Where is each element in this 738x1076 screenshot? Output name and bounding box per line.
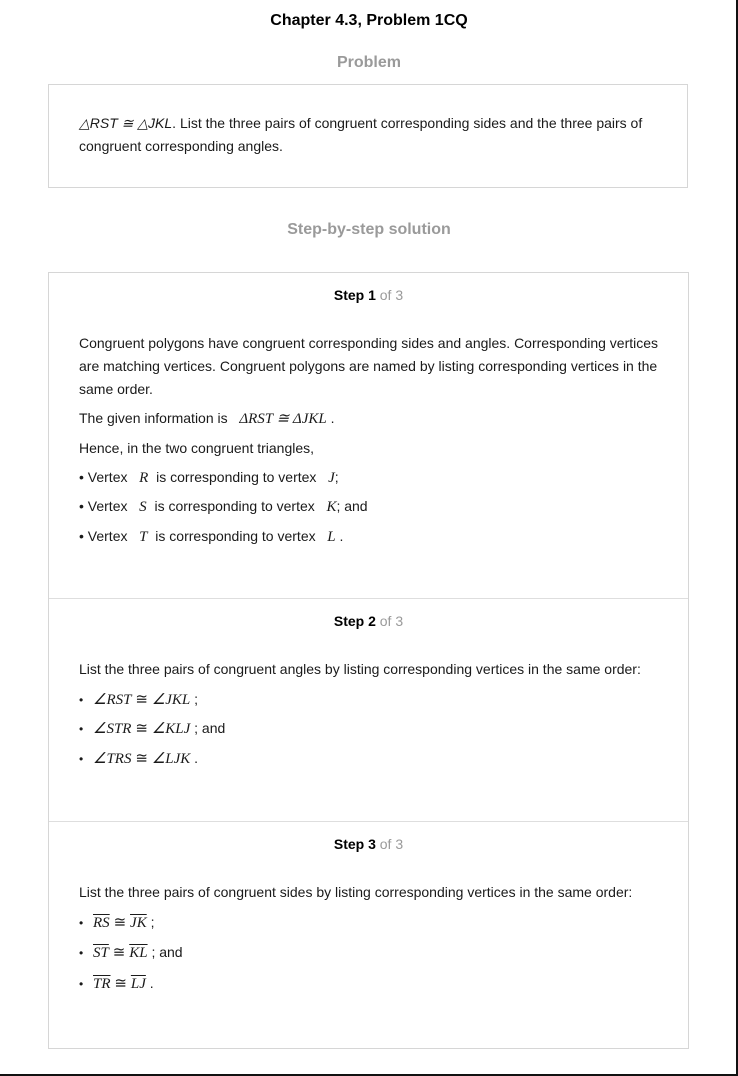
step-2-label: Step 2 [333,613,376,629]
step-2-intro: List the three pairs of congruent angles… [79,661,641,677]
bullet: • [79,469,84,485]
step-1-intro: Congruent polygons have congruent corres… [79,335,659,397]
step-1: Step 1 of 3 Congruent polygons have cong… [49,273,688,598]
problem-math: △RST ≅ △JKL [79,115,173,131]
step-2-of: of 3 [379,613,404,629]
angle-rst: ∠RST [93,692,132,708]
angle-item: • ∠STR ≅ ∠KLJ ; and [79,717,669,741]
step-3-intro: List the three pairs of congruent sides … [79,884,633,900]
segment-rs: RS [93,915,110,931]
step-1-label: Step 1 [333,287,376,303]
vertex-item: • Vertex R is corresponding to vertex J; [79,469,339,486]
vertex-s: S [139,499,147,515]
step-3-label: Step 3 [333,836,376,852]
vertex-t: T [139,529,148,545]
step-1-given: The given information is ΔRST ≅ ΔJKL . [79,410,335,427]
angle-klj: ∠KLJ [151,721,191,737]
angle-ljk: ∠LJK [151,751,191,767]
segment-tr: TR [93,976,111,992]
angle-item: • ∠TRS ≅ ∠LJK . [79,747,669,771]
segment-kl: KL [129,945,148,961]
bullet: • [79,752,84,766]
bullet: • [79,498,84,514]
step-3: Step 3 of 3 List the three pairs of cong… [49,822,688,1048]
given-prefix: The given information is [79,410,228,426]
bullet: • [79,528,84,544]
vertex-j: J [328,470,335,486]
bullet: • [79,693,84,707]
step-2: Step 2 of 3 List the three pairs of cong… [49,599,688,821]
problem-statement: △RST ≅ △JKL. List the three pairs of con… [79,112,669,158]
segment-lj: LJ [130,976,146,992]
vertex-l: L [327,529,336,545]
segment-jk: JK [130,915,147,931]
step-1-of: of 3 [379,287,404,303]
step-3-header: Step 3 of 3 [49,836,688,852]
solution-heading: Step-by-step solution [287,221,451,238]
bullet: • [79,946,84,960]
chapter-title: Chapter 4.3, Problem 1CQ [270,12,468,29]
segment-st: ST [93,945,109,961]
problem-heading: Problem [336,54,401,71]
step-2-header: Step 2 of 3 [49,613,688,629]
problem-box: △RST ≅ △JKL. List the three pairs of con… [48,84,688,188]
step-1-header: Step 1 of 3 [49,287,688,303]
angle-str: ∠STR [93,721,132,737]
side-item: • ST ≅ KL ; and [79,941,669,965]
side-item: • TR ≅ LJ . [79,972,669,996]
angle-trs: ∠TRS [93,751,132,767]
given-math: ΔRST ≅ ΔJKL [239,411,327,427]
vertex-k: K [326,499,337,515]
vertex-r: R [139,470,149,486]
side-item: • RS ≅ JK ; [79,911,669,935]
steps-container: Step 1 of 3 Congruent polygons have cong… [48,272,689,1049]
bullet: • [79,916,84,930]
bullet: • [79,977,84,991]
step-3-of: of 3 [379,836,404,852]
bullet: • [79,722,84,736]
step-1-hence: Hence, in the two congruent triangles, [79,440,315,456]
angle-jkl: ∠JKL [151,692,191,708]
vertex-item: • Vertex T is corresponding to vertex L … [79,528,344,545]
angle-item: • ∠RST ≅ ∠JKL ; [79,688,669,712]
vertex-item: • Vertex S is corresponding to vertex K;… [79,498,368,515]
